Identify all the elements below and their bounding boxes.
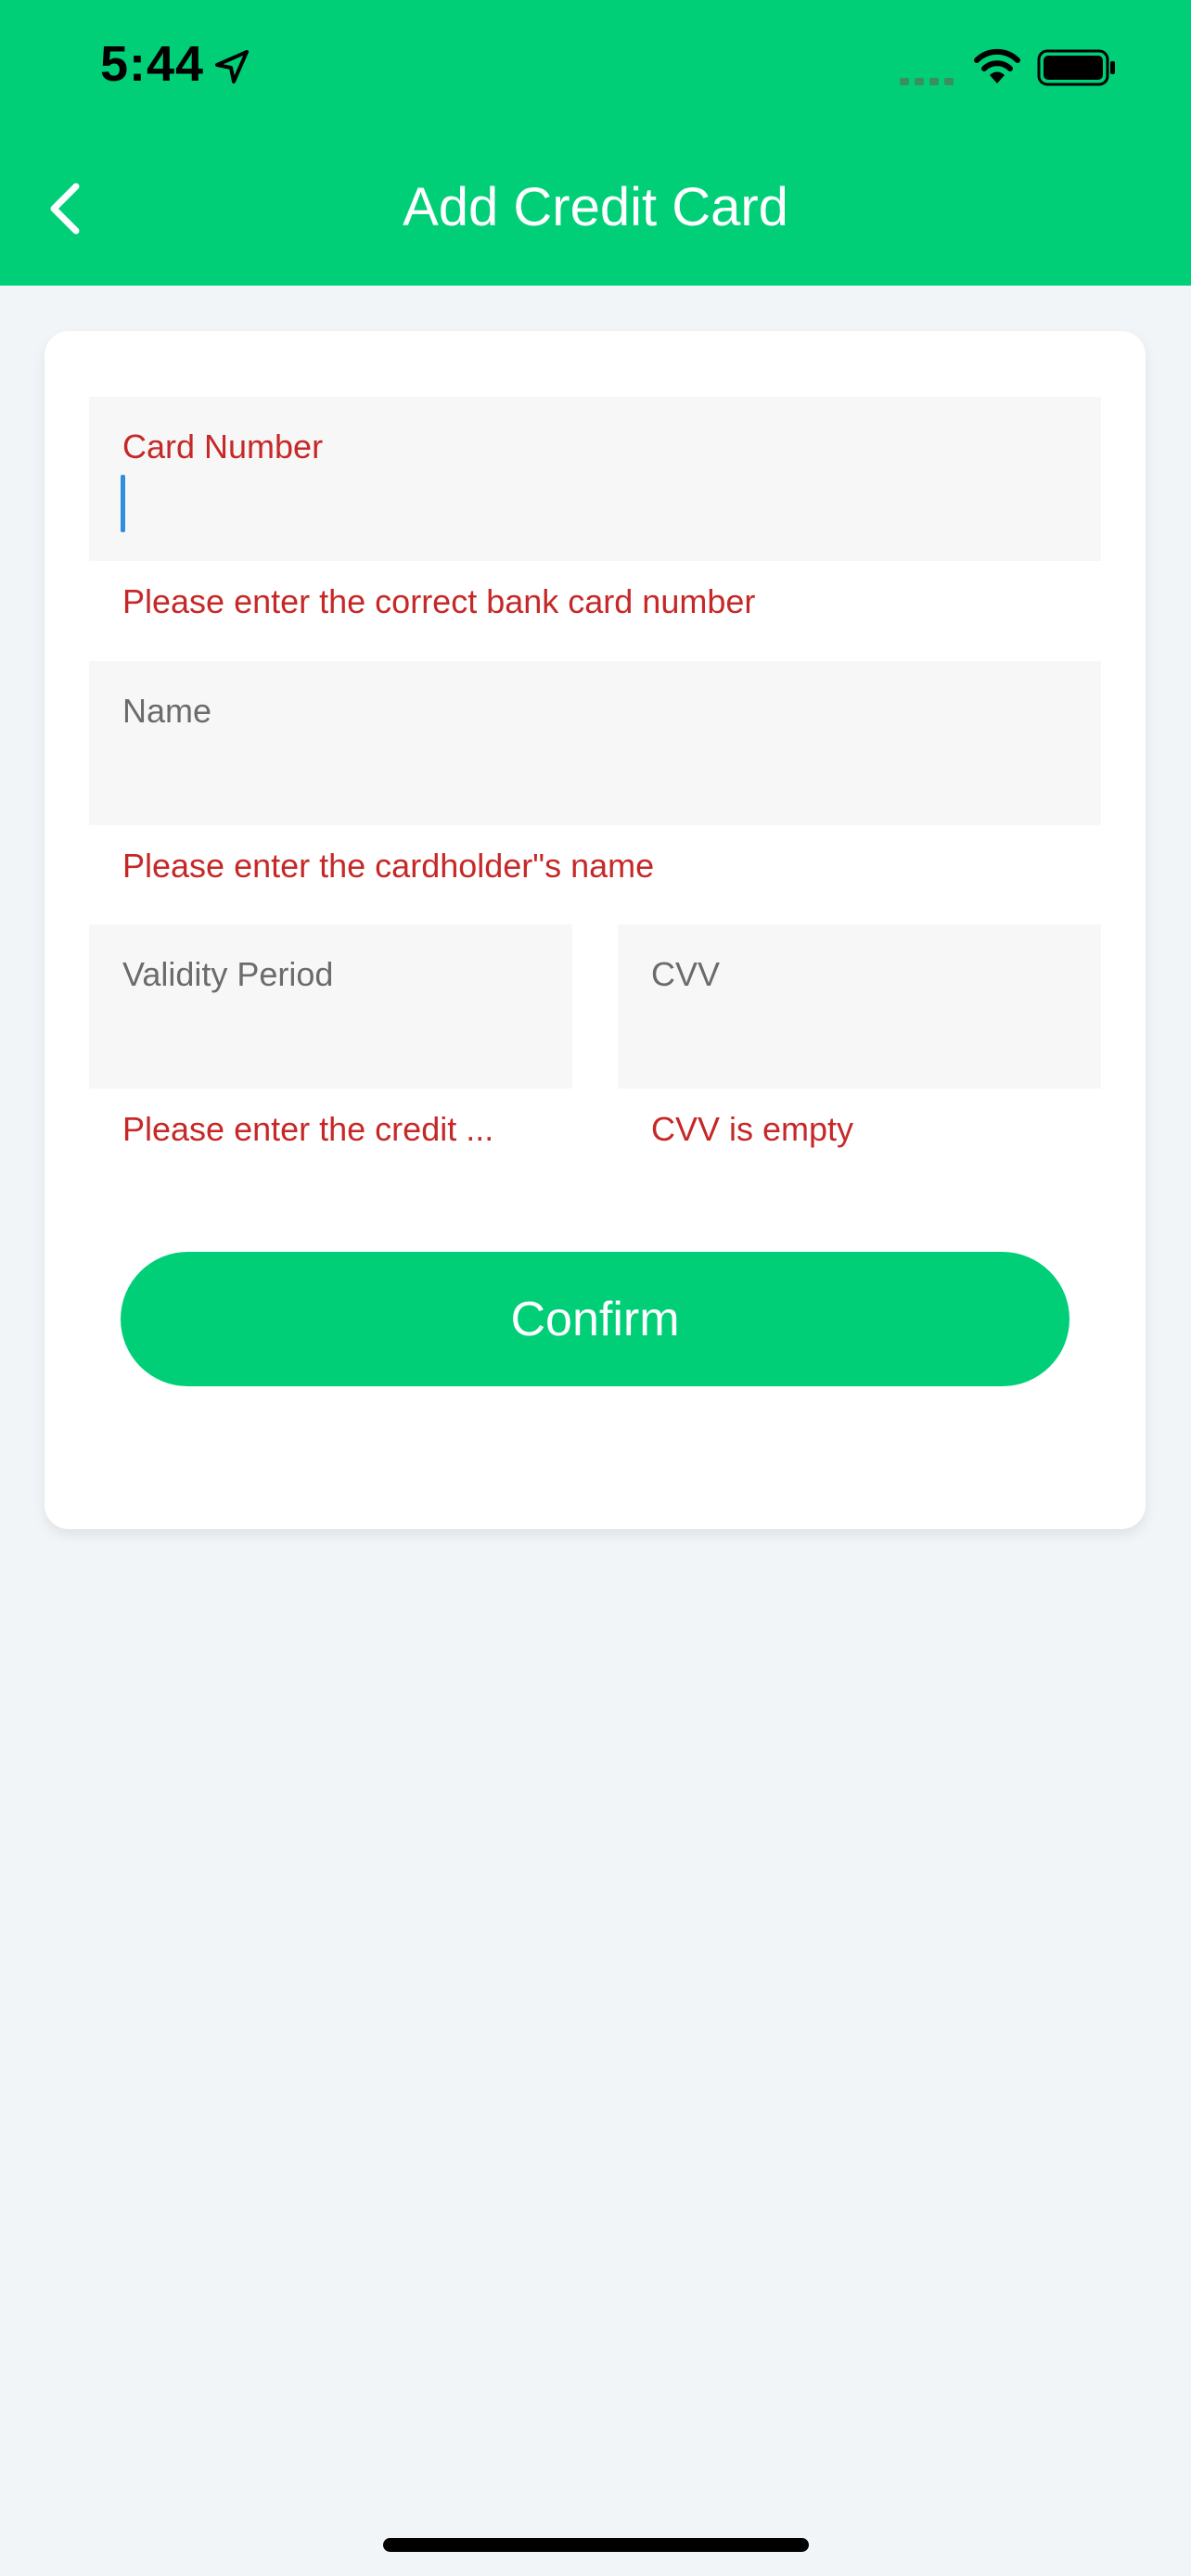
card-number-field[interactable]: Card Number [89,397,1101,561]
location-arrow-icon [215,50,249,83]
status-time: 5:44 [100,36,205,92]
card-number-label: Card Number [122,427,324,465]
validity-period-error: Please enter the credit ... [122,1110,494,1148]
home-indicator[interactable] [383,2538,809,2552]
cvv-field[interactable]: CVV [618,925,1101,1089]
cvv-label: CVV [651,955,721,993]
name-error: Please enter the cardholder"s name [122,847,655,885]
wifi-icon [974,48,1020,83]
confirm-button[interactable]: Confirm [121,1252,1069,1386]
validity-period-field[interactable]: Validity Period [89,925,572,1089]
cvv-error: CVV is empty [651,1110,854,1148]
cellular-signal-icon [900,78,954,85]
battery-icon [1037,49,1115,86]
text-cursor [121,475,125,532]
page-title: Add Credit Card [403,177,788,237]
card-number-error: Please enter the correct bank card numbe… [122,582,756,620]
name-label: Name [122,692,212,730]
name-field[interactable]: Name [89,661,1101,825]
validity-period-label: Validity Period [122,955,334,993]
credit-card-form: Card Number Please enter the correct ban… [45,331,1146,1529]
header-bar: 5:44 Add Credit Card [0,0,1191,286]
